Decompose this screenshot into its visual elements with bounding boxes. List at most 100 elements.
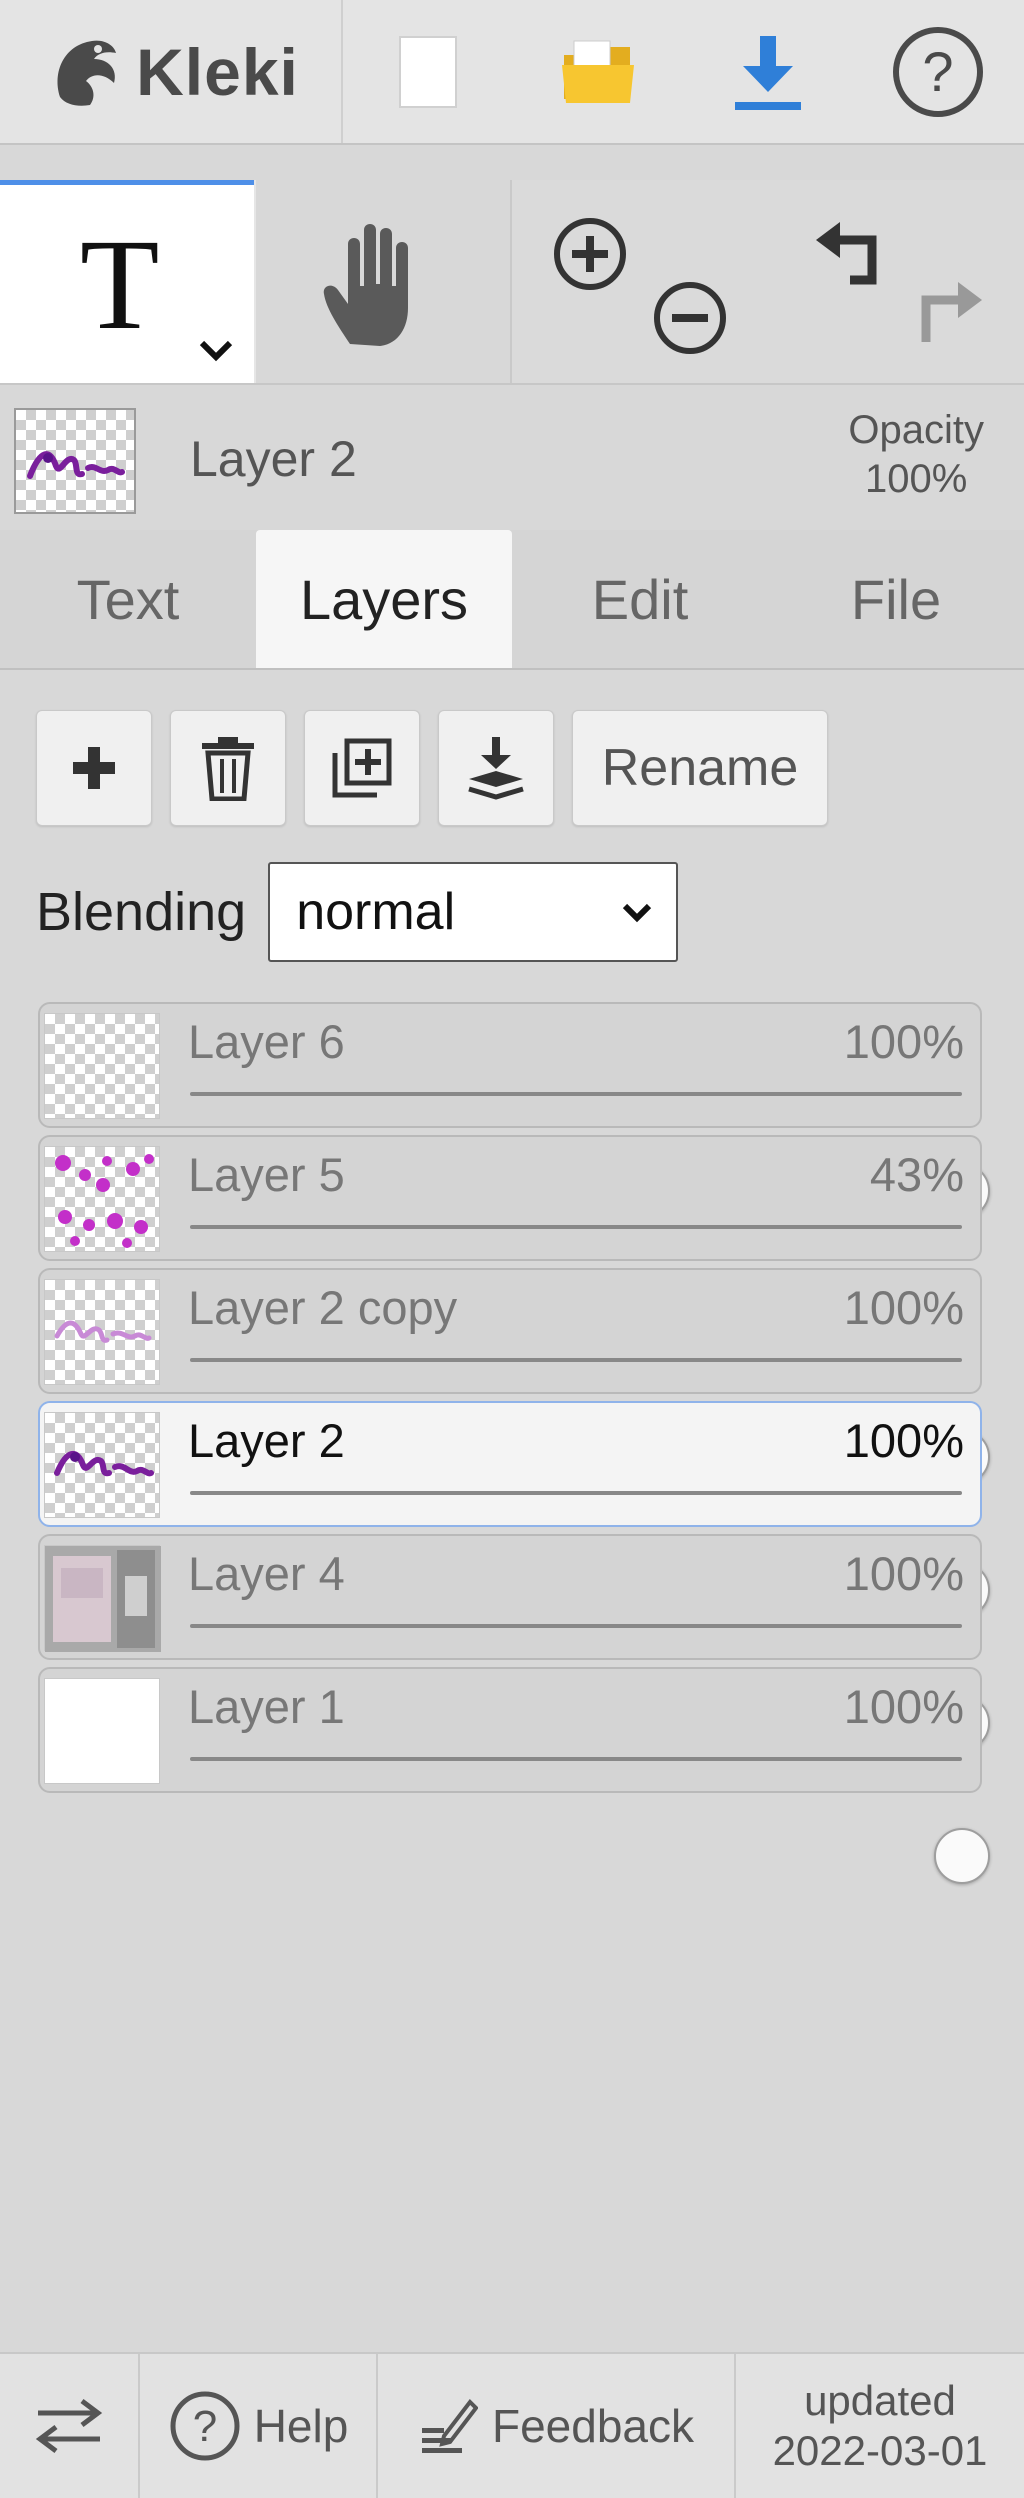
layer-opacity-track[interactable]	[190, 1225, 962, 1352]
redo-icon[interactable]	[908, 276, 988, 350]
layer-opacity-track[interactable]	[190, 1757, 990, 1884]
text-tool-button[interactable]: T	[0, 180, 254, 383]
merge-down-icon	[468, 737, 524, 800]
layer-item-selected[interactable]: Layer 2 100%	[38, 1401, 990, 1618]
dots-thumbnail-icon	[55, 1154, 154, 1248]
zoom-out-icon[interactable]	[652, 280, 728, 356]
open-folder-icon	[562, 40, 634, 103]
zoom-in-icon[interactable]	[552, 216, 628, 292]
current-layer-name: Layer 2	[190, 431, 357, 487]
tab-text[interactable]: Text	[0, 530, 256, 668]
swap-side-button[interactable]	[0, 2354, 140, 2498]
layer-opacity-value: 100%	[843, 1015, 964, 1068]
blending-label: Blending	[36, 882, 247, 942]
help-icon: ?	[893, 26, 983, 117]
layer-thumbnail	[44, 1678, 160, 1784]
updated-date: 2022-03-01	[772, 2427, 988, 2474]
duplicate-layer-icon	[332, 738, 392, 798]
help-icon: ?	[170, 2391, 240, 2461]
hand-tool-button[interactable]	[254, 180, 512, 383]
delete-layer-button[interactable]	[170, 710, 286, 826]
layer-opacity-track[interactable]	[190, 1358, 990, 1485]
add-layer-icon	[73, 747, 115, 789]
download-icon	[735, 35, 801, 110]
tool-row: T	[0, 180, 1024, 385]
feedback-pen-icon	[421, 2398, 478, 2453]
layer-opacity-track[interactable]	[190, 1092, 990, 1219]
updated-label: updated	[804, 2376, 956, 2424]
layer-thumbnail	[44, 1279, 160, 1385]
opacity-label: Opacity	[848, 408, 984, 452]
download-button[interactable]	[683, 0, 853, 143]
layer-opacity-handle[interactable]	[934, 1828, 990, 1884]
opacity-value: 100%	[865, 456, 968, 501]
new-file-button[interactable]	[343, 0, 513, 143]
tab-file[interactable]: File	[768, 530, 1024, 668]
delete-layer-icon	[202, 737, 254, 801]
layer-thumbnail	[44, 1545, 161, 1652]
layer-name: Layer 4	[188, 1547, 345, 1600]
rename-layer-button[interactable]: Rename	[572, 710, 828, 826]
layer-opacity-value: 100%	[843, 1547, 964, 1600]
hand-icon	[323, 224, 408, 346]
current-layer-opacity[interactable]: Opacity 100%	[848, 406, 984, 504]
help-button[interactable]: ?	[853, 0, 1023, 143]
svg-text:?: ?	[922, 40, 953, 103]
scribble-thumbnail-icon	[54, 1451, 154, 1477]
layer-opacity-value: 100%	[843, 1414, 964, 1467]
layer-opacity-track[interactable]	[190, 1491, 990, 1618]
open-file-button[interactable]	[513, 0, 683, 143]
add-layer-button[interactable]	[36, 710, 152, 826]
layer-name: Layer 6	[188, 1015, 345, 1068]
chevron-down-icon	[623, 903, 652, 923]
photo-thumbnail-icon	[45, 1546, 161, 1652]
bottom-bar: ? Help Feedback updated 2022-03-01	[0, 2352, 1024, 2498]
layer-opacity-value: 43%	[869, 1148, 964, 1201]
feedback-label: Feedback	[491, 2400, 694, 2452]
new-file-icon	[399, 35, 457, 108]
help-label: Help	[253, 2400, 349, 2452]
zoom-controls	[512, 180, 768, 383]
app-name: Kleki	[136, 34, 299, 109]
layer-name: Layer 2	[188, 1414, 345, 1467]
layer-name: Layer 2 copy	[188, 1281, 458, 1334]
chevron-down-icon[interactable]	[196, 335, 236, 365]
layer-list: Layer 6 100% Layer 5 43% Layer 2 copy 10…	[38, 1002, 990, 1884]
layer-opacity-value: 100%	[843, 1680, 964, 1733]
layer-item[interactable]: Layer 4 100%	[38, 1534, 990, 1751]
layer-item[interactable]: Layer 2 copy 100%	[38, 1268, 990, 1485]
scribble-thumbnail-icon	[54, 1320, 152, 1343]
top-bar: Kleki ?	[0, 0, 1024, 145]
blending-row: Blending normal	[36, 862, 679, 962]
duplicate-layer-button[interactable]	[304, 710, 420, 826]
updated-info[interactable]: updated 2022-03-01	[736, 2354, 1024, 2498]
undo-icon[interactable]	[810, 216, 890, 290]
scribble-thumbnail-icon	[27, 451, 125, 479]
layer-name: Layer 5	[188, 1148, 345, 1201]
layer-thumbnail	[44, 1412, 160, 1518]
swap-arrows-icon	[35, 2399, 103, 2453]
tab-layers[interactable]: Layers	[256, 530, 512, 668]
current-layer-thumbnail	[14, 408, 136, 514]
help-link[interactable]: ? Help	[140, 2354, 378, 2498]
tab-edit[interactable]: Edit	[512, 530, 768, 668]
layer-item[interactable]: Layer 1 100%	[38, 1667, 990, 1884]
layer-actions: Rename	[36, 710, 828, 826]
merge-down-button[interactable]	[438, 710, 554, 826]
blending-select[interactable]: normal	[268, 862, 679, 962]
kleki-logo-icon	[57, 40, 117, 106]
layer-opacity-value: 100%	[843, 1281, 964, 1334]
layer-opacity-track[interactable]	[190, 1624, 990, 1751]
text-tool-icon: T	[80, 213, 160, 357]
blending-value: normal	[296, 883, 456, 941]
layer-name: Layer 1	[188, 1680, 345, 1733]
layer-item[interactable]: Layer 5 43%	[38, 1135, 982, 1352]
layer-item[interactable]: Layer 6 100%	[38, 1002, 990, 1219]
current-layer-preview: Layer 2 Opacity 100%	[0, 390, 1024, 530]
svg-text:?: ?	[192, 2402, 216, 2451]
history-controls	[768, 180, 1024, 383]
layer-thumbnail	[44, 1013, 160, 1119]
panel-tabs: Text Layers Edit File	[0, 530, 1024, 670]
feedback-link[interactable]: Feedback	[378, 2354, 736, 2498]
kleki-logo[interactable]: Kleki	[0, 0, 343, 143]
